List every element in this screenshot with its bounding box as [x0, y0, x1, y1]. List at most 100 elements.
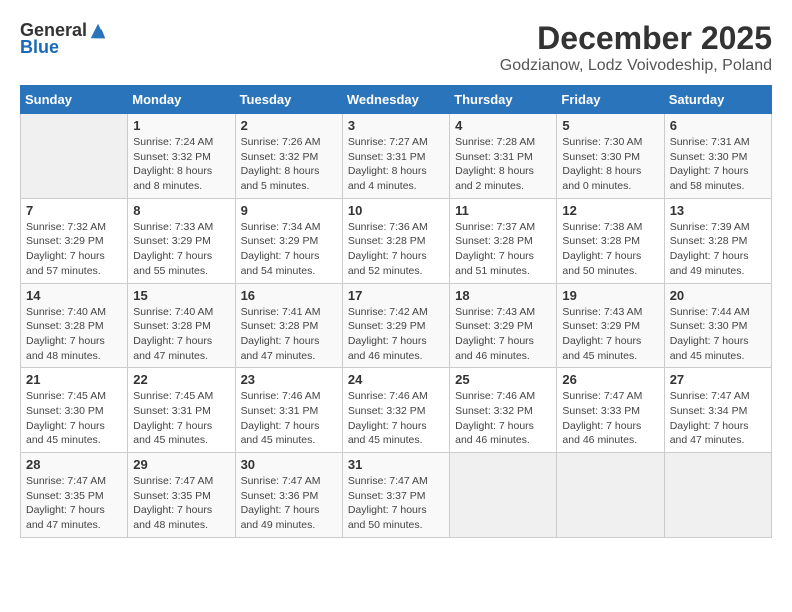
calendar-cell: 15 Sunrise: 7:40 AMSunset: 3:28 PMDaylig… — [128, 283, 235, 368]
header-cell-wednesday: Wednesday — [342, 86, 449, 114]
day-number: 6 — [670, 118, 766, 133]
day-info: Sunrise: 7:45 AMSunset: 3:31 PMDaylight:… — [133, 389, 229, 448]
day-number: 29 — [133, 457, 229, 472]
calendar-cell: 29 Sunrise: 7:47 AMSunset: 3:35 PMDaylig… — [128, 453, 235, 538]
day-number: 8 — [133, 203, 229, 218]
day-number: 26 — [562, 372, 658, 387]
logo-icon — [89, 22, 107, 40]
day-info: Sunrise: 7:40 AMSunset: 3:28 PMDaylight:… — [26, 305, 122, 364]
calendar-cell: 1 Sunrise: 7:24 AMSunset: 3:32 PMDayligh… — [128, 114, 235, 199]
calendar-cell: 31 Sunrise: 7:47 AMSunset: 3:37 PMDaylig… — [342, 453, 449, 538]
day-info: Sunrise: 7:47 AMSunset: 3:33 PMDaylight:… — [562, 389, 658, 448]
month-title: December 2025 — [500, 20, 772, 57]
day-info: Sunrise: 7:47 AMSunset: 3:34 PMDaylight:… — [670, 389, 766, 448]
day-info: Sunrise: 7:47 AMSunset: 3:35 PMDaylight:… — [26, 474, 122, 533]
calendar-cell — [21, 114, 128, 199]
day-number: 2 — [241, 118, 337, 133]
day-number: 1 — [133, 118, 229, 133]
day-number: 16 — [241, 288, 337, 303]
day-number: 14 — [26, 288, 122, 303]
logo: General Blue — [20, 20, 107, 58]
day-number: 10 — [348, 203, 444, 218]
day-number: 25 — [455, 372, 551, 387]
day-info: Sunrise: 7:26 AMSunset: 3:32 PMDaylight:… — [241, 135, 337, 194]
day-number: 28 — [26, 457, 122, 472]
day-info: Sunrise: 7:46 AMSunset: 3:32 PMDaylight:… — [455, 389, 551, 448]
calendar-table: SundayMondayTuesdayWednesdayThursdayFrid… — [20, 85, 772, 538]
calendar-cell: 7 Sunrise: 7:32 AMSunset: 3:29 PMDayligh… — [21, 198, 128, 283]
day-number: 19 — [562, 288, 658, 303]
day-info: Sunrise: 7:37 AMSunset: 3:28 PMDaylight:… — [455, 220, 551, 279]
week-row-1: 1 Sunrise: 7:24 AMSunset: 3:32 PMDayligh… — [21, 114, 772, 199]
day-info: Sunrise: 7:41 AMSunset: 3:28 PMDaylight:… — [241, 305, 337, 364]
calendar-cell: 4 Sunrise: 7:28 AMSunset: 3:31 PMDayligh… — [450, 114, 557, 199]
day-info: Sunrise: 7:44 AMSunset: 3:30 PMDaylight:… — [670, 305, 766, 364]
calendar-cell: 21 Sunrise: 7:45 AMSunset: 3:30 PMDaylig… — [21, 368, 128, 453]
day-number: 27 — [670, 372, 766, 387]
header: General Blue December 2025 Godzianow, Lo… — [20, 20, 772, 75]
day-number: 23 — [241, 372, 337, 387]
header-row: SundayMondayTuesdayWednesdayThursdayFrid… — [21, 86, 772, 114]
day-info: Sunrise: 7:39 AMSunset: 3:28 PMDaylight:… — [670, 220, 766, 279]
calendar-cell: 6 Sunrise: 7:31 AMSunset: 3:30 PMDayligh… — [664, 114, 771, 199]
calendar-cell: 24 Sunrise: 7:46 AMSunset: 3:32 PMDaylig… — [342, 368, 449, 453]
day-number: 5 — [562, 118, 658, 133]
calendar-cell: 20 Sunrise: 7:44 AMSunset: 3:30 PMDaylig… — [664, 283, 771, 368]
header-cell-sunday: Sunday — [21, 86, 128, 114]
day-info: Sunrise: 7:36 AMSunset: 3:28 PMDaylight:… — [348, 220, 444, 279]
day-info: Sunrise: 7:46 AMSunset: 3:31 PMDaylight:… — [241, 389, 337, 448]
calendar-cell: 16 Sunrise: 7:41 AMSunset: 3:28 PMDaylig… — [235, 283, 342, 368]
day-number: 4 — [455, 118, 551, 133]
calendar-cell: 5 Sunrise: 7:30 AMSunset: 3:30 PMDayligh… — [557, 114, 664, 199]
calendar-cell: 26 Sunrise: 7:47 AMSunset: 3:33 PMDaylig… — [557, 368, 664, 453]
day-info: Sunrise: 7:42 AMSunset: 3:29 PMDaylight:… — [348, 305, 444, 364]
calendar-cell — [557, 453, 664, 538]
calendar-cell: 30 Sunrise: 7:47 AMSunset: 3:36 PMDaylig… — [235, 453, 342, 538]
day-number: 9 — [241, 203, 337, 218]
calendar-cell: 14 Sunrise: 7:40 AMSunset: 3:28 PMDaylig… — [21, 283, 128, 368]
calendar-cell: 18 Sunrise: 7:43 AMSunset: 3:29 PMDaylig… — [450, 283, 557, 368]
day-info: Sunrise: 7:30 AMSunset: 3:30 PMDaylight:… — [562, 135, 658, 194]
calendar-cell: 25 Sunrise: 7:46 AMSunset: 3:32 PMDaylig… — [450, 368, 557, 453]
calendar-cell: 2 Sunrise: 7:26 AMSunset: 3:32 PMDayligh… — [235, 114, 342, 199]
header-cell-monday: Monday — [128, 86, 235, 114]
week-row-4: 21 Sunrise: 7:45 AMSunset: 3:30 PMDaylig… — [21, 368, 772, 453]
week-row-3: 14 Sunrise: 7:40 AMSunset: 3:28 PMDaylig… — [21, 283, 772, 368]
calendar-cell: 17 Sunrise: 7:42 AMSunset: 3:29 PMDaylig… — [342, 283, 449, 368]
day-info: Sunrise: 7:33 AMSunset: 3:29 PMDaylight:… — [133, 220, 229, 279]
day-number: 21 — [26, 372, 122, 387]
calendar-cell: 27 Sunrise: 7:47 AMSunset: 3:34 PMDaylig… — [664, 368, 771, 453]
calendar-cell: 22 Sunrise: 7:45 AMSunset: 3:31 PMDaylig… — [128, 368, 235, 453]
day-info: Sunrise: 7:24 AMSunset: 3:32 PMDaylight:… — [133, 135, 229, 194]
location-subtitle: Godzianow, Lodz Voivodeship, Poland — [500, 57, 772, 75]
logo-blue: Blue — [20, 37, 59, 58]
week-row-5: 28 Sunrise: 7:47 AMSunset: 3:35 PMDaylig… — [21, 453, 772, 538]
day-info: Sunrise: 7:40 AMSunset: 3:28 PMDaylight:… — [133, 305, 229, 364]
day-info: Sunrise: 7:45 AMSunset: 3:30 PMDaylight:… — [26, 389, 122, 448]
calendar-cell: 3 Sunrise: 7:27 AMSunset: 3:31 PMDayligh… — [342, 114, 449, 199]
calendar-cell: 8 Sunrise: 7:33 AMSunset: 3:29 PMDayligh… — [128, 198, 235, 283]
calendar-cell — [664, 453, 771, 538]
title-area: December 2025 Godzianow, Lodz Voivodeshi… — [500, 20, 772, 75]
day-info: Sunrise: 7:43 AMSunset: 3:29 PMDaylight:… — [455, 305, 551, 364]
calendar-cell — [450, 453, 557, 538]
day-info: Sunrise: 7:47 AMSunset: 3:35 PMDaylight:… — [133, 474, 229, 533]
calendar-cell: 11 Sunrise: 7:37 AMSunset: 3:28 PMDaylig… — [450, 198, 557, 283]
calendar-cell: 9 Sunrise: 7:34 AMSunset: 3:29 PMDayligh… — [235, 198, 342, 283]
day-number: 12 — [562, 203, 658, 218]
day-number: 22 — [133, 372, 229, 387]
day-number: 7 — [26, 203, 122, 218]
day-info: Sunrise: 7:43 AMSunset: 3:29 PMDaylight:… — [562, 305, 658, 364]
day-info: Sunrise: 7:47 AMSunset: 3:37 PMDaylight:… — [348, 474, 444, 533]
calendar-cell: 23 Sunrise: 7:46 AMSunset: 3:31 PMDaylig… — [235, 368, 342, 453]
header-cell-friday: Friday — [557, 86, 664, 114]
day-info: Sunrise: 7:32 AMSunset: 3:29 PMDaylight:… — [26, 220, 122, 279]
calendar-cell: 12 Sunrise: 7:38 AMSunset: 3:28 PMDaylig… — [557, 198, 664, 283]
day-info: Sunrise: 7:31 AMSunset: 3:30 PMDaylight:… — [670, 135, 766, 194]
header-cell-thursday: Thursday — [450, 86, 557, 114]
day-number: 3 — [348, 118, 444, 133]
day-info: Sunrise: 7:46 AMSunset: 3:32 PMDaylight:… — [348, 389, 444, 448]
day-number: 13 — [670, 203, 766, 218]
day-number: 11 — [455, 203, 551, 218]
day-number: 20 — [670, 288, 766, 303]
